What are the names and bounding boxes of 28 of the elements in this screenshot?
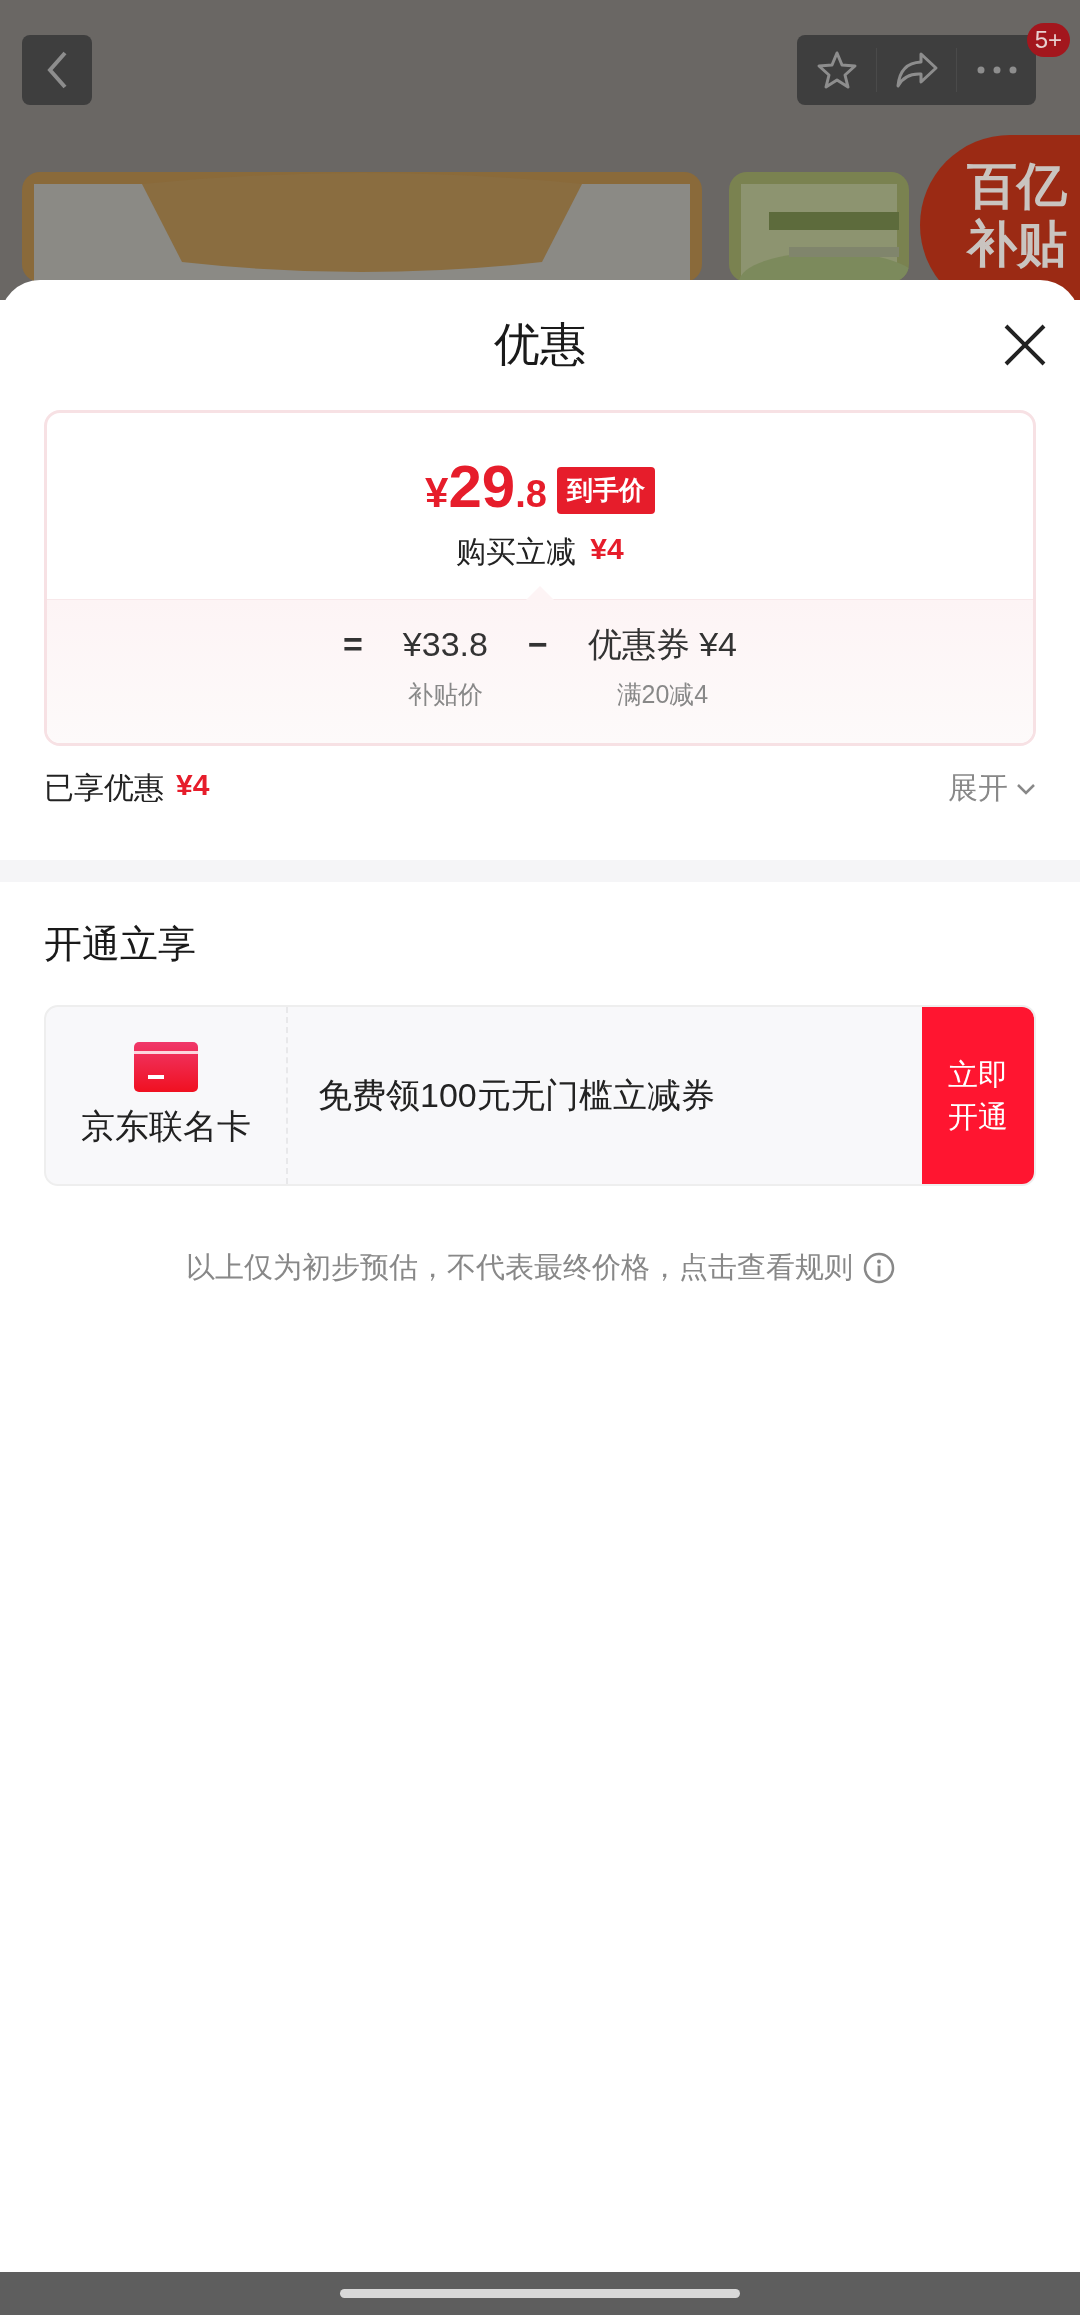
back-icon <box>46 50 68 90</box>
section-title: 开通立享 <box>44 922 197 967</box>
discount-amount: ¥4 <box>590 532 624 567</box>
more-icon <box>976 66 1017 74</box>
disclaimer-text: 以上仅为初步预估，不代表最终价格，点击查看规则 <box>185 1250 853 1285</box>
price-caption: 满20减4 <box>616 679 709 710</box>
count-badge: 5+ <box>1026 23 1070 57</box>
card-name: 京东联名卡 <box>81 1105 251 1147</box>
chevron-icon <box>1016 782 1036 795</box>
open-button[interactable]: 立即开通 <box>922 1007 1034 1184</box>
share-icon <box>894 51 939 89</box>
equals-sign: = <box>342 624 363 665</box>
price-tag: 到手价 <box>556 467 655 514</box>
price-value: ¥33.8 <box>402 624 488 665</box>
price-caption: 补贴价 <box>407 679 483 710</box>
final-price: ¥29.8 <box>425 453 547 522</box>
enjoyed-amount: ¥4 <box>176 768 210 803</box>
star-icon <box>815 50 858 90</box>
back-button[interactable] <box>22 35 92 105</box>
price-value: 优惠券 ¥4 <box>587 624 738 665</box>
offer-description: 免费领100元无门槛立减券 <box>317 1074 716 1116</box>
discount-label: 购买立减 <box>456 534 577 570</box>
enjoyed-label: 已享优惠 <box>44 770 164 806</box>
minus-sign: − <box>527 624 548 665</box>
info-icon[interactable] <box>862 1252 895 1284</box>
card-icon <box>134 1041 198 1092</box>
sheet-title: 优惠 <box>494 317 586 372</box>
expand-button[interactable]: 展开 <box>948 768 1036 809</box>
